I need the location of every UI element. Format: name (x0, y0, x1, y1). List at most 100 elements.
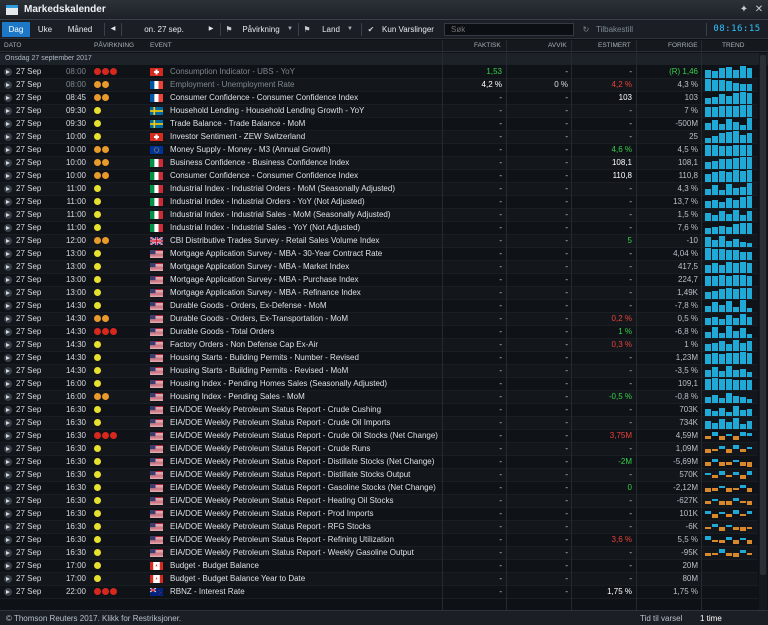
row-expand-icon[interactable] (4, 484, 12, 492)
event-name[interactable]: Budget - Budget Balance Year to Date (170, 573, 460, 585)
event-name[interactable]: EIA/DOE Weekly Petroleum Status Report -… (170, 404, 460, 416)
alerts-only-toggle[interactable]: Kun Varslinger (378, 22, 438, 37)
table-row[interactable]: 27 Sep 10:00 Consumer Confidence - Consume… (0, 170, 758, 183)
table-row[interactable]: 27 Sep 10:00 Money Supply - Money - M3 (An… (0, 144, 758, 157)
row-expand-icon[interactable] (4, 328, 12, 336)
row-expand-icon[interactable] (4, 289, 12, 297)
interval-selector[interactable]: 1 time (700, 613, 722, 624)
row-expand-icon[interactable] (4, 185, 12, 193)
row-expand-icon[interactable] (4, 354, 12, 362)
table-row[interactable]: 27 Sep 11:00 Industrial Index - Industrial… (0, 222, 758, 235)
row-expand-icon[interactable] (4, 159, 12, 167)
table-row[interactable]: 27 Sep 13:00 Mortgage Application Survey -… (0, 248, 758, 261)
col-deviation[interactable]: AVVIK (548, 42, 567, 49)
event-name[interactable]: Industrial Index - Industrial Sales - Yo… (170, 222, 460, 234)
row-expand-icon[interactable] (4, 549, 12, 557)
event-name[interactable]: Consumer Confidence - Consumer Confidenc… (170, 170, 460, 182)
row-expand-icon[interactable] (4, 406, 12, 414)
table-row[interactable]: 27 Sep 10:00 Business Confidence - Busines… (0, 157, 758, 170)
pin-icon[interactable]: ✦ (737, 3, 751, 17)
event-name[interactable]: Household Lending - Household Lending Gr… (170, 105, 460, 117)
table-row[interactable]: 27 Sep 14:30 Housing Starts - Building Per… (0, 365, 758, 378)
event-name[interactable]: Consumer Confidence - Consumer Confidenc… (170, 92, 460, 104)
event-name[interactable]: EIA/DOE Weekly Petroleum Status Report -… (170, 547, 460, 559)
row-expand-icon[interactable] (4, 107, 12, 115)
row-expand-icon[interactable] (4, 432, 12, 440)
row-expand-icon[interactable] (4, 198, 12, 206)
event-name[interactable]: EIA/DOE Weekly Petroleum Status Report -… (170, 495, 460, 507)
table-row[interactable]: 27 Sep 17:00 Budget - Budget Balance - - - 20M (0, 560, 758, 573)
row-expand-icon[interactable] (4, 94, 12, 102)
row-expand-icon[interactable] (4, 341, 12, 349)
event-name[interactable]: Trade Balance - Trade Balance - MoM (170, 118, 460, 130)
table-row[interactable]: 27 Sep 16:30 EIA/DOE Weekly Petroleum Stat… (0, 482, 758, 495)
table-row[interactable]: 27 Sep 08:00 Consumption Indicator - UBS -… (0, 66, 758, 79)
table-row[interactable]: 27 Sep 11:00 Industrial Index - Industrial… (0, 209, 758, 222)
row-expand-icon[interactable] (4, 68, 12, 76)
alert-time-label[interactable]: Tid til varsel (640, 613, 682, 624)
event-name[interactable]: EIA/DOE Weekly Petroleum Status Report -… (170, 508, 460, 520)
row-expand-icon[interactable] (4, 588, 12, 596)
table-row[interactable]: 27 Sep 16:30 EIA/DOE Weekly Petroleum Stat… (0, 547, 758, 560)
chevron-down-icon[interactable]: ▼ (286, 22, 294, 37)
event-name[interactable]: EIA/DOE Weekly Petroleum Status Report -… (170, 521, 460, 533)
table-row[interactable]: 27 Sep 09:30 Trade Balance - Trade Balance… (0, 118, 758, 131)
table-row[interactable]: 27 Sep 16:30 EIA/DOE Weekly Petroleum Stat… (0, 417, 758, 430)
impact-filter[interactable]: Påvirkning (235, 22, 287, 37)
row-expand-icon[interactable] (4, 146, 12, 154)
row-expand-icon[interactable] (4, 211, 12, 219)
event-name[interactable]: CBI Distributive Trades Survey - Retail … (170, 235, 460, 247)
reset-button[interactable]: Tilbakestill (592, 22, 637, 37)
table-row[interactable]: 27 Sep 13:00 Mortgage Application Survey -… (0, 274, 758, 287)
row-expand-icon[interactable] (4, 380, 12, 388)
row-expand-icon[interactable] (4, 536, 12, 544)
table-row[interactable]: 27 Sep 12:00 CBI Distributive Trades Surve… (0, 235, 758, 248)
event-name[interactable]: EIA/DOE Weekly Petroleum Status Report -… (170, 417, 460, 429)
event-name[interactable]: Mortgage Application Survey - MBA - Mark… (170, 261, 460, 273)
row-expand-icon[interactable] (4, 523, 12, 531)
col-trend[interactable]: TREND (722, 42, 744, 49)
table-row[interactable]: 27 Sep 16:30 EIA/DOE Weekly Petroleum Stat… (0, 404, 758, 417)
event-name[interactable]: Durable Goods - Orders, Ex-Transportatio… (170, 313, 460, 325)
reset-icon[interactable]: ↻ (580, 22, 592, 37)
table-row[interactable]: 27 Sep 16:00 Housing Index - Pending Sales… (0, 391, 758, 404)
check-circle-icon[interactable]: ✔ (365, 22, 377, 37)
event-name[interactable]: EIA/DOE Weekly Petroleum Status Report -… (170, 443, 460, 455)
table-row[interactable]: 27 Sep 09:30 Household Lending - Household… (0, 105, 758, 118)
close-icon[interactable]: ✕ (752, 3, 766, 17)
table-row[interactable]: 27 Sep 13:00 Mortgage Application Survey -… (0, 261, 758, 274)
row-expand-icon[interactable] (4, 237, 12, 245)
event-name[interactable]: Mortgage Application Survey - MBA - Refi… (170, 287, 460, 299)
row-expand-icon[interactable] (4, 471, 12, 479)
table-row[interactable]: 27 Sep 10:00 Investor Sentiment - ZEW Swit… (0, 131, 758, 144)
event-name[interactable]: EIA/DOE Weekly Petroleum Status Report -… (170, 456, 460, 468)
table-row[interactable]: 27 Sep 14:30 Housing Starts - Building Per… (0, 352, 758, 365)
row-expand-icon[interactable] (4, 575, 12, 583)
event-name[interactable]: Factory Orders - Non Defense Cap Ex-Air (170, 339, 460, 351)
row-expand-icon[interactable] (4, 419, 12, 427)
row-expand-icon[interactable] (4, 458, 12, 466)
event-name[interactable]: Budget - Budget Balance (170, 560, 460, 572)
row-expand-icon[interactable] (4, 367, 12, 375)
row-expand-icon[interactable] (4, 562, 12, 570)
country-filter[interactable]: Land (316, 22, 346, 37)
row-expand-icon[interactable] (4, 393, 12, 401)
date-picker[interactable]: on. 27 sep. (124, 22, 204, 37)
event-name[interactable]: Mortgage Application Survey - MBA - 30-Y… (170, 248, 460, 260)
scrollbar-thumb[interactable] (760, 55, 766, 575)
event-name[interactable]: Housing Starts - Building Permits - Revi… (170, 365, 460, 377)
table-row[interactable]: 27 Sep 22:00 RBNZ - Interest Rate - - 1,75 % 1… (0, 586, 758, 599)
row-expand-icon[interactable] (4, 276, 12, 284)
event-name[interactable]: Housing Index - Pending Sales - MoM (170, 391, 460, 403)
prev-date-button[interactable]: ◀ (107, 22, 119, 37)
row-expand-icon[interactable] (4, 263, 12, 271)
col-date[interactable]: DATO (4, 42, 21, 49)
row-expand-icon[interactable] (4, 250, 12, 258)
event-name[interactable]: Investor Sentiment - ZEW Switzerland (170, 131, 460, 143)
table-row[interactable]: 27 Sep 16:30 EIA/DOE Weekly Petroleum Stat… (0, 508, 758, 521)
table-row[interactable]: 27 Sep 17:00 Budget - Budget Balance Year … (0, 573, 758, 586)
table-row[interactable]: 27 Sep 16:30 EIA/DOE Weekly Petroleum Stat… (0, 534, 758, 547)
event-name[interactable]: Durable Goods - Total Orders (170, 326, 460, 338)
table-row[interactable]: 27 Sep 16:30 EIA/DOE Weekly Petroleum Stat… (0, 443, 758, 456)
col-previous[interactable]: FORRIGE (668, 42, 698, 49)
